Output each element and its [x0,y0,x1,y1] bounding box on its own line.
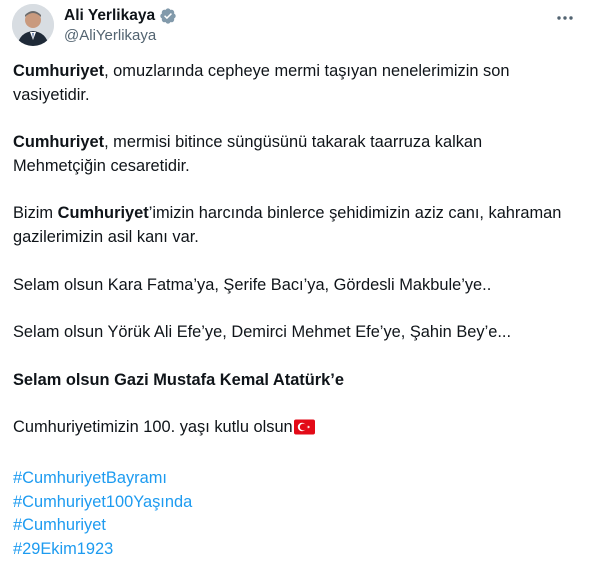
tweet-text: Cumhuriyet, omuzlarında cepheye mermi ta… [13,60,573,561]
hashtag-link[interactable]: #Cumhuriyet [13,514,573,538]
tweet-paragraph: Selam olsun Gazi Mustafa Kemal Atatürk’e [13,369,573,393]
hashtag-link[interactable]: #CumhuriyetBayramı [13,467,573,491]
tweet-paragraph: Selam olsun Kara Fatma’ya, Şerife Bacı’y… [13,275,492,294]
hashtag-link[interactable]: #29Ekim1923 [13,538,573,562]
hashtag-link[interactable]: #Cumhuriyet100Yaşında [13,491,573,515]
tweet: Ali Yerlikaya @AliYerlikaya Cumhuriyet, … [0,0,589,565]
author-name[interactable]: Ali Yerlikaya [64,6,155,26]
bold-word: Cumhuriyet [13,62,105,80]
bold-word: Cumhuriyet [13,133,105,152]
tweet-paragraph: Selam olsun Yörük Ali Efe’ye, Demirci Me… [13,323,512,342]
bold-line: Selam olsun Gazi Mustafa Kemal Atatürk’e [13,370,344,389]
tweet-paragraph: Cumhuriyet, omuzlarında cepheye mermi ta… [13,60,573,107]
tweet-paragraph: Bizim Cumhuriyet’imizin harcında binlerc… [13,202,573,249]
text-span: Cumhuriyetimizin 100. yaşı kutlu olsun [13,418,293,437]
verified-badge-icon [159,7,177,25]
hashtag-list: #CumhuriyetBayramı #Cumhuriyet100Yaşında… [13,467,573,561]
author-name-row: Ali Yerlikaya [64,6,177,26]
bold-word: Cumhuriyet [57,204,149,223]
tweet-paragraph: Cumhuriyet, mermisi bitince süngüsünü ta… [13,131,573,178]
avatar[interactable] [12,4,54,46]
turkey-flag-icon [293,419,315,443]
more-horizontal-icon[interactable] [555,8,575,28]
author-handle[interactable]: @AliYerlikaya [64,26,156,46]
tweet-paragraph: Cumhuriyetimizin 100. yaşı kutlu olsun [13,416,573,443]
text-span: Bizim [13,204,58,223]
